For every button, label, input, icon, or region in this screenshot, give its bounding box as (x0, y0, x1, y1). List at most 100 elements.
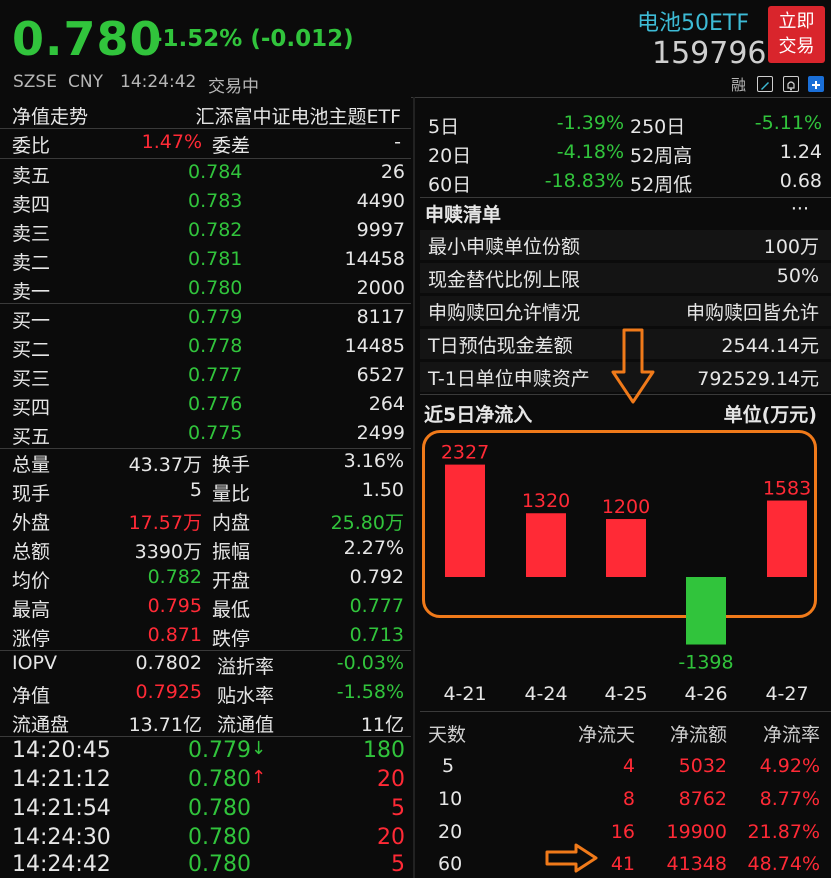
flow-amount: 19900 (666, 821, 727, 843)
data-label: 2327 (441, 442, 489, 464)
stat-value: 43.37万 (128, 454, 202, 476)
sell-volume: 9997 (356, 219, 405, 241)
buy-row-2[interactable]: 买二 0.778 14485 (0, 333, 411, 362)
bar-4-21 (445, 464, 485, 577)
perf-row: 60日 -18.83% 52周低 0.68 (420, 170, 831, 199)
nav-title-row[interactable]: 净值走势 汇添富中证电池主题ETF (0, 100, 411, 129)
nav-trend-tab[interactable]: 净值走势 (12, 102, 88, 129)
net-inflow-chart: 2327 4-21 1320 4-24 1200 4-25 -1398 4-26 1583 4-2… (420, 430, 831, 720)
buy-level-label: 买一 (12, 310, 51, 332)
x-tick-label: 4-25 (604, 683, 647, 705)
tick-time: 14:20:45 (12, 738, 111, 763)
flow-amount: 41348 (666, 853, 727, 875)
flow-table-row: 60 41 41348 48.74% (420, 853, 831, 878)
buy-level-label: 买四 (12, 397, 51, 419)
sell-level-label: 卖五 (12, 165, 51, 187)
weicha-label: 委差 (212, 135, 251, 157)
currency-label: CNY (68, 72, 103, 92)
buy-level-label: 买二 (12, 339, 51, 361)
bell-icon[interactable] (783, 76, 799, 92)
buy-price: 0.776 (188, 393, 243, 415)
perf-value: -4.18% (556, 141, 624, 163)
buy-volume: 6527 (356, 364, 405, 386)
iopv-value: 0.7802 (135, 652, 202, 674)
buy-price: 0.777 (188, 364, 243, 386)
sell-row-1[interactable]: 卖一 0.780 2000 (0, 275, 411, 304)
bar-4-24 (526, 513, 566, 577)
sell-row-3[interactable]: 卖三 0.782 9997 (0, 217, 411, 246)
last-price: 0.780 (12, 12, 163, 66)
flow-rate: 48.74% (747, 853, 820, 875)
add-icon[interactable] (808, 76, 824, 92)
x-tick-label: 4-24 (524, 683, 567, 705)
sell-price: 0.780 (188, 277, 243, 299)
perf-value: -5.11% (754, 112, 822, 134)
stat-value: 0.792 (349, 566, 404, 588)
sell-row-4[interactable]: 卖四 0.783 4490 (0, 188, 411, 217)
bar-4-25 (606, 519, 646, 577)
exchange-label: SZSE (13, 72, 57, 92)
stat-label: 量比 (212, 483, 251, 505)
flow-title: 近5日净流入 (424, 404, 533, 426)
stat-label: 现手 (12, 483, 51, 505)
stat-value: 0.782 (147, 566, 202, 588)
col-amount: 净流额 (669, 724, 727, 746)
float-value-value: 11亿 (360, 714, 404, 736)
tick-volume: 5 (391, 796, 405, 821)
buy-row-1[interactable]: 买一 0.779 8117 (0, 304, 411, 333)
buy-row-4[interactable]: 买四 0.776 264 (0, 391, 411, 420)
sell-volume: 2000 (356, 277, 405, 299)
flow-days-count: 8 (622, 788, 635, 810)
flow-table-row: 10 8 8762 8.77% (420, 788, 831, 816)
annotation-arrow-down (611, 328, 655, 404)
stat-row: 最高 0.795 最低 0.777 (0, 593, 411, 622)
x-tick-label: 4-27 (765, 683, 808, 705)
flow-rate: 21.87% (747, 821, 820, 843)
stat-value: 3.16% (343, 450, 404, 472)
stat-value: 17.57万 (128, 512, 202, 534)
trade-status: 交易中 (208, 77, 259, 97)
trade-now-button[interactable]: 立即 交易 (768, 6, 825, 63)
tick-volume: 20 (377, 825, 405, 850)
creation-value: 100万 (763, 236, 819, 258)
edit-icon[interactable] (757, 76, 773, 92)
iopv-row: IOPV 0.7802 溢折率 -0.03% (0, 650, 411, 679)
flow-amount: 5032 (678, 755, 727, 777)
perf-row: 5日 -1.39% 250日 -5.11% (420, 112, 831, 141)
weibi-value: 1.47% (141, 131, 202, 153)
sell-row-2[interactable]: 卖二 0.781 14458 (0, 246, 411, 275)
tick-time: 14:24:42 (12, 852, 111, 877)
perf-value: 1.24 (779, 141, 822, 163)
tick-row: 14:21:12 0.780 ↑ 20 (0, 766, 411, 796)
stat-value: 0.713 (349, 624, 404, 646)
iopv-label: IOPV (12, 652, 58, 674)
creation-label: T日预估现金差额 (428, 335, 573, 357)
stat-row: 现手 5 量比 1.50 (0, 477, 411, 506)
sell-level-label: 卖一 (12, 281, 51, 303)
creation-row: 现金替代比例上限 50% (420, 263, 831, 293)
buy-price: 0.778 (188, 335, 243, 357)
trade-button-line1: 立即 (778, 11, 815, 32)
annotation-arrow-right (545, 843, 598, 873)
up-arrow-icon: ↑ (251, 767, 267, 788)
creation-row: 最小申赎单位份额 100万 (420, 230, 831, 260)
premium-label: 溢折率 (217, 656, 275, 678)
buy-row-3[interactable]: 买三 0.777 6527 (0, 362, 411, 391)
flow-unit: 单位(万元) (723, 404, 817, 426)
sell-row-5[interactable]: 卖五 0.784 26 (0, 159, 411, 188)
weibi-row: 委比 1.47% 委差 - (0, 129, 411, 158)
creation-value: 2544.14元 (721, 335, 819, 357)
flow-rate: 8.77% (759, 788, 820, 810)
flow-amount: 8762 (678, 788, 727, 810)
discount-value: -1.58% (336, 681, 404, 703)
discount-label: 贴水率 (217, 685, 275, 707)
creation-header[interactable]: 申赎清单 ··· (420, 198, 831, 226)
buy-row-5[interactable]: 买五 0.775 2499 (0, 420, 411, 449)
stat-label: 开盘 (212, 570, 251, 592)
tick-row: 14:24:30 0.780 20 (0, 824, 411, 854)
more-icon[interactable]: ··· (791, 198, 809, 220)
bar-4-26 (686, 577, 726, 645)
tick-price: 0.780 (188, 796, 251, 821)
stat-value: 2.27% (343, 537, 404, 559)
stat-label: 外盘 (12, 512, 51, 534)
